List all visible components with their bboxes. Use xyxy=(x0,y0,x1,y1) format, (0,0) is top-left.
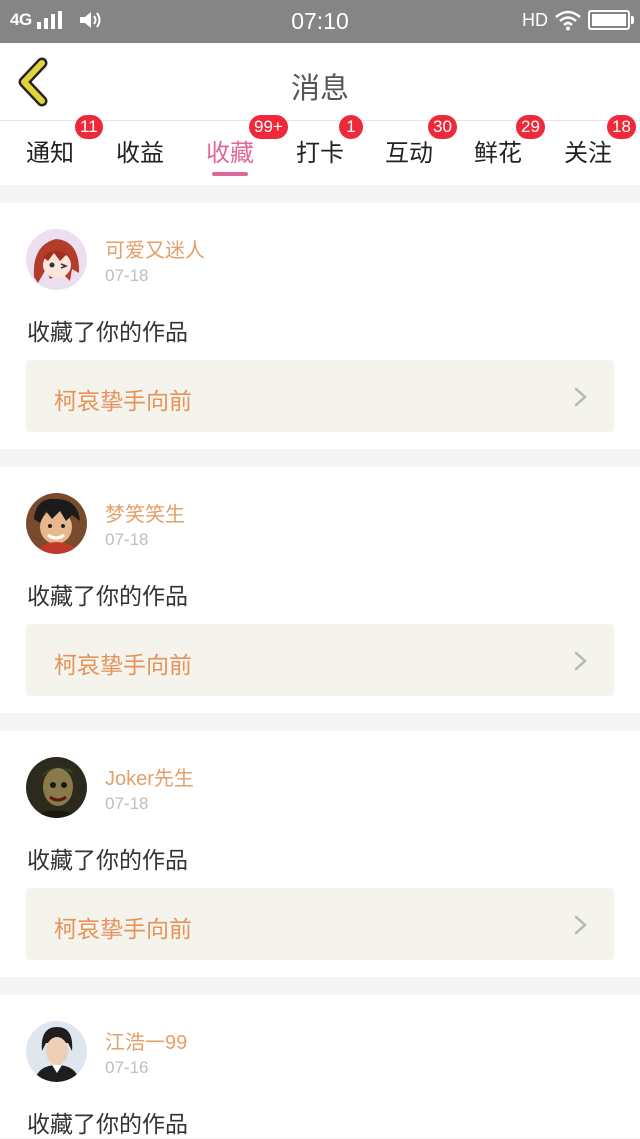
username[interactable]: 江浩一99 xyxy=(105,1026,187,1055)
battery-icon xyxy=(588,10,634,30)
username[interactable]: Joker先生 xyxy=(105,762,194,791)
activity-text: 收藏了你的作品 xyxy=(27,320,188,346)
tab-favorites[interactable]: 收藏 99+ xyxy=(185,115,288,185)
timestamp: 07-18 xyxy=(105,266,149,285)
list-item: 可爱又迷人 07-18 收藏了你的作品 柯哀挚手向前 xyxy=(0,203,640,449)
header: 消息 xyxy=(0,43,640,120)
wifi-icon xyxy=(555,10,581,31)
work-link[interactable]: 柯哀挚手向前 xyxy=(26,624,614,696)
tab-bar: 通知 11 收益 收藏 99+ 打卡 1 互动 30 鲜花 29 关注 18 xyxy=(0,115,640,185)
avatar[interactable] xyxy=(26,1021,87,1082)
status-right: HD xyxy=(522,9,634,31)
username[interactable]: 可爱又迷人 xyxy=(105,234,205,263)
work-title: 柯哀挚手向前 xyxy=(54,917,192,943)
chevron-right-icon xyxy=(574,387,587,407)
work-title: 柯哀挚手向前 xyxy=(54,653,192,679)
work-title: 柯哀挚手向前 xyxy=(54,389,192,415)
active-tab-indicator xyxy=(212,172,248,176)
username[interactable]: 梦笑笑生 xyxy=(105,498,185,527)
tab-label: 收益 xyxy=(116,139,164,167)
tab-following[interactable]: 关注 18 xyxy=(543,115,636,185)
activity-text: 收藏了你的作品 xyxy=(27,1112,188,1138)
tab-interactions[interactable]: 互动 30 xyxy=(364,115,457,185)
tab-badge: 18 xyxy=(607,115,636,139)
tab-label: 通知 xyxy=(26,139,74,167)
activity-text: 收藏了你的作品 xyxy=(27,584,188,610)
status-bar: 4G 07:10 HD xyxy=(0,0,640,43)
list-item: Joker先生 07-18 收藏了你的作品 柯哀挚手向前 xyxy=(0,731,640,977)
work-link[interactable]: 柯哀挚手向前 xyxy=(26,360,614,432)
work-link[interactable]: 柯哀挚手向前 xyxy=(26,888,614,960)
chevron-right-icon xyxy=(574,915,587,935)
tab-checkin[interactable]: 打卡 1 xyxy=(275,115,365,185)
timestamp: 07-16 xyxy=(105,1058,149,1077)
chevron-right-icon xyxy=(574,651,587,671)
avatar[interactable] xyxy=(26,493,87,554)
timestamp: 07-18 xyxy=(105,794,149,813)
tab-badge: 1 xyxy=(339,115,363,139)
timestamp: 07-18 xyxy=(105,530,149,549)
list-item: 江浩一99 07-16 收藏了你的作品 xyxy=(0,995,640,1138)
tab-flowers[interactable]: 鲜花 29 xyxy=(453,115,545,185)
tab-earnings[interactable]: 收益 xyxy=(95,121,185,185)
tab-notifications[interactable]: 通知 11 xyxy=(5,115,103,185)
page-title: 消息 xyxy=(290,71,349,105)
avatar[interactable] xyxy=(26,229,87,290)
activity-text: 收藏了你的作品 xyxy=(27,848,188,874)
list-item: 梦笑笑生 07-18 收藏了你的作品 柯哀挚手向前 xyxy=(0,467,640,713)
tab-badge: 29 xyxy=(516,115,545,139)
avatar[interactable] xyxy=(26,757,87,818)
hd-indicator: HD xyxy=(522,9,548,30)
